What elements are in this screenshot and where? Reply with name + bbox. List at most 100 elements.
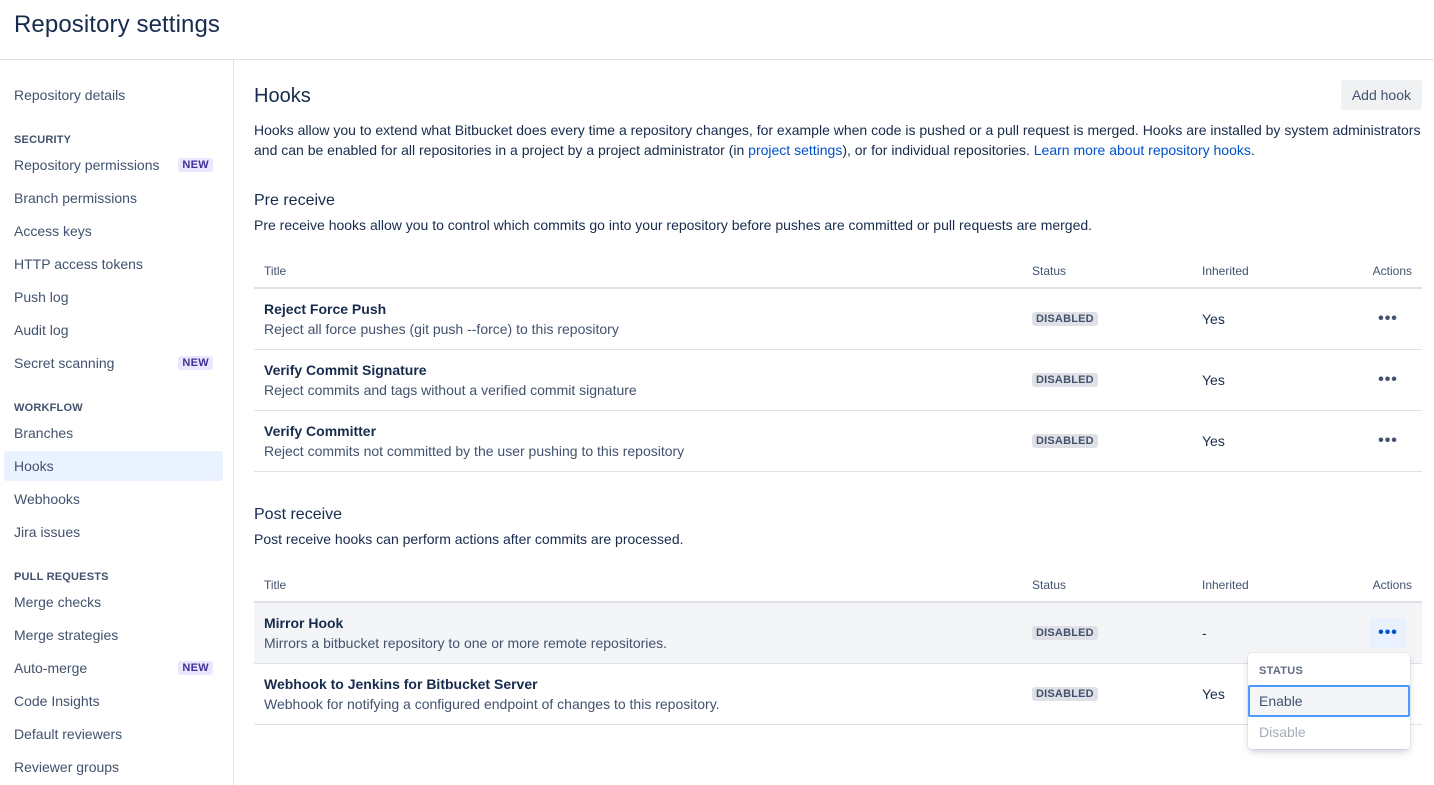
sidebar-item-hooks[interactable]: Hooks [4, 451, 223, 481]
sidebar-item-http-access-tokens[interactable]: HTTP access tokens [4, 249, 223, 279]
inherited-value: Yes [1202, 433, 1225, 449]
table-row: Webhook to Jenkins for Bitbucket Server … [254, 664, 1422, 725]
sidebar-item-label: Code Insights [14, 693, 100, 709]
sidebar-item-label: Branch permissions [14, 190, 137, 206]
post-receive-heading: Post receive [254, 506, 343, 523]
table-header: Title Status Inherited Actions [254, 258, 1422, 289]
status-badge: DISABLED [1032, 373, 1098, 387]
intro-text: ), or for individual repositories. [842, 142, 1034, 158]
intro-text: . [1250, 142, 1255, 158]
new-badge: NEW [178, 356, 213, 370]
pre-receive-description: Pre receive hooks allow you to control w… [254, 217, 1093, 233]
sidebar-item-label: HTTP access tokens [14, 256, 143, 272]
sidebar-item-secret-scanning[interactable]: Secret scanning NEW [4, 348, 223, 378]
more-actions-button[interactable]: ••• [1370, 304, 1406, 334]
inherited-value: Yes [1202, 311, 1225, 327]
column-title: Title [264, 578, 287, 592]
table-row: Verify Committer Reject commits not comm… [254, 411, 1422, 472]
sidebar-item-push-log[interactable]: Push log [4, 282, 223, 312]
sidebar-item-label: Audit log [14, 322, 69, 338]
learn-more-hooks-link[interactable]: Learn more about repository hooks [1034, 142, 1251, 158]
sidebar-item-label: Auto-merge [14, 660, 88, 676]
hook-description: Reject all force pushes (git push --forc… [264, 321, 619, 337]
sidebar-item-label: Default reviewers [14, 726, 123, 742]
sidebar-item-reviewer-groups[interactable]: Reviewer groups [4, 752, 223, 782]
project-settings-link[interactable]: project settings [748, 142, 842, 158]
sidebar-item-code-insights[interactable]: Code Insights [4, 686, 223, 716]
disable-menu-item: Disable [1259, 724, 1306, 740]
sidebar-item-repository-details[interactable]: Repository details [4, 80, 223, 110]
column-status: Status [1032, 264, 1067, 278]
status-badge: DISABLED [1032, 687, 1098, 701]
sidebar-item-label: Merge checks [14, 594, 102, 610]
status-dropdown-menu: STATUS Enable Disable [1248, 653, 1410, 749]
hook-description: Mirrors a bitbucket repository to one or… [264, 635, 668, 651]
column-actions: Actions [1372, 578, 1412, 592]
status-badge: DISABLED [1032, 434, 1098, 448]
sidebar-item-label: Secret scanning [14, 355, 115, 371]
sidebar-item-label: Access keys [14, 223, 92, 239]
sidebar-item-branch-permissions[interactable]: Branch permissions [4, 183, 223, 213]
hook-name: Verify Commit Signature [264, 362, 427, 378]
sidebar-section-workflow: WORKFLOW [14, 402, 83, 414]
column-status: Status [1032, 578, 1067, 592]
hook-description: Webhook for notifying a configured endpo… [264, 696, 720, 712]
page-title: Repository settings [14, 11, 220, 38]
sidebar-item-label: Repository permissions [14, 157, 160, 173]
pre-receive-table: Title Status Inherited Actions Reject Fo… [254, 258, 1422, 472]
column-actions: Actions [1372, 264, 1412, 278]
sidebar-section-pull-requests: PULL REQUESTS [14, 571, 109, 583]
table-row: Verify Commit Signature Reject commits a… [254, 350, 1422, 411]
column-title: Title [264, 264, 287, 278]
table-row: Mirror Hook Mirrors a bitbucket reposito… [254, 603, 1422, 664]
sidebar-section-security: SECURITY [14, 134, 72, 146]
sidebar-item-label: Repository details [14, 87, 126, 103]
page-header: Repository settings [0, 0, 1434, 60]
settings-sidebar: Repository details SECURITY Repository p… [0, 60, 234, 785]
status-badge: DISABLED [1032, 312, 1098, 326]
hook-name: Mirror Hook [264, 615, 344, 631]
sidebar-item-auto-merge[interactable]: Auto-merge NEW [4, 653, 223, 683]
more-icon: ••• [1378, 432, 1398, 449]
hook-name: Verify Committer [264, 423, 377, 439]
dropdown-heading: STATUS [1259, 665, 1304, 677]
column-inherited: Inherited [1202, 578, 1249, 592]
inherited-value: Yes [1202, 686, 1225, 702]
sidebar-item-webhooks[interactable]: Webhooks [4, 484, 223, 514]
sidebar-item-label: Webhooks [14, 491, 80, 507]
new-badge: NEW [178, 158, 213, 172]
sidebar-item-branches[interactable]: Branches [4, 418, 223, 448]
add-hook-button[interactable]: Add hook [1340, 80, 1422, 110]
sidebar-item-merge-strategies[interactable]: Merge strategies [4, 620, 223, 650]
more-actions-button[interactable]: ••• [1370, 365, 1406, 395]
more-icon: ••• [1378, 624, 1398, 641]
sidebar-item-repository-permissions[interactable]: Repository permissions NEW [4, 150, 223, 180]
hooks-intro: Hooks allow you to extend what Bitbucket… [254, 120, 1422, 160]
table-row: Reject Force Push Reject all force pushe… [254, 289, 1422, 350]
sidebar-item-label: Reviewer groups [14, 759, 120, 775]
inherited-value: Yes [1202, 372, 1225, 388]
hook-description: Reject commits and tags without a verifi… [264, 382, 637, 398]
hook-name: Reject Force Push [264, 301, 387, 317]
enable-menu-item[interactable]: Enable [1248, 685, 1410, 717]
more-actions-button[interactable]: ••• [1370, 618, 1406, 648]
status-badge: DISABLED [1032, 626, 1098, 640]
sidebar-item-default-reviewers[interactable]: Default reviewers [4, 719, 223, 749]
pre-receive-heading: Pre receive [254, 192, 335, 209]
post-receive-description: Post receive hooks can perform actions a… [254, 531, 684, 547]
inherited-value: - [1202, 625, 1207, 641]
more-actions-button[interactable]: ••• [1370, 426, 1406, 456]
more-icon: ••• [1378, 310, 1398, 327]
sidebar-item-access-keys[interactable]: Access keys [4, 216, 223, 246]
more-icon: ••• [1378, 371, 1398, 388]
hooks-heading: Hooks [254, 85, 311, 107]
hook-name: Webhook to Jenkins for Bitbucket Server [264, 676, 538, 692]
sidebar-item-label: Hooks [14, 458, 54, 474]
new-badge: NEW [178, 661, 213, 675]
sidebar-item-audit-log[interactable]: Audit log [4, 315, 223, 345]
hook-description: Reject commits not committed by the user… [264, 443, 685, 459]
sidebar-item-jira-issues[interactable]: Jira issues [4, 517, 223, 547]
column-inherited: Inherited [1202, 264, 1249, 278]
sidebar-item-label: Branches [14, 425, 74, 441]
sidebar-item-merge-checks[interactable]: Merge checks [4, 587, 223, 617]
